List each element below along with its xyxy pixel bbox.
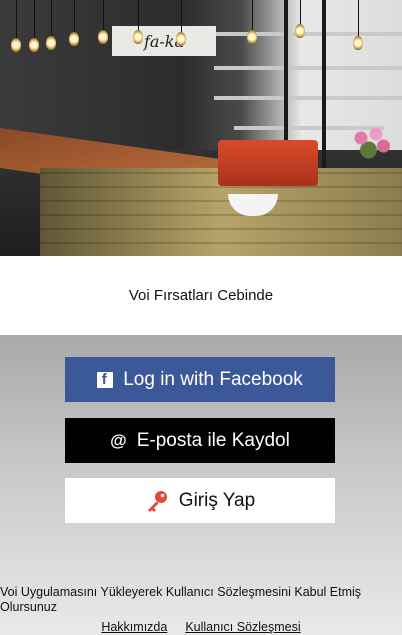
lamp-wire: [16, 0, 17, 38]
key-icon: [145, 489, 169, 513]
flowers: [346, 122, 396, 162]
coffee-machine: [218, 140, 318, 186]
lamp-wire: [51, 0, 52, 36]
lamp-wire: [74, 0, 75, 32]
footer-links: Hakkımızda Kullanıcı Sözleşmesi: [0, 620, 402, 634]
lamp-wire: [103, 0, 104, 30]
email-signup-button[interactable]: @ E-posta ile Kaydol: [65, 418, 335, 463]
light-bulb: [295, 24, 305, 38]
shelf: [214, 66, 402, 70]
light-bulb: [353, 36, 363, 50]
light-bulb: [247, 30, 257, 44]
login-button[interactable]: Giriş Yap: [65, 478, 335, 523]
tagline: Voi Fırsatları Cebinde: [128, 287, 274, 304]
light-bulb: [11, 38, 21, 52]
light-bulb: [176, 32, 186, 46]
terms-text: Voi Uygulamasını Yükleyerek Kullanıcı Sö…: [0, 585, 362, 614]
lamp-wire: [138, 0, 139, 30]
user-agreement-link[interactable]: Kullanıcı Sözleşmesi: [185, 620, 300, 634]
light-bulb: [98, 30, 108, 44]
light-bulb: [69, 32, 79, 46]
lamp-wire: [358, 0, 359, 36]
tagline-band: Voi Fırsatları Cebinde: [0, 256, 402, 335]
lamp-wire: [181, 0, 182, 32]
email-signup-label: E-posta ile Kaydol: [136, 429, 290, 451]
at-icon: @: [110, 430, 127, 450]
lamp-wire: [300, 0, 301, 24]
light-bulb: [46, 36, 56, 50]
light-bulb: [133, 30, 143, 44]
lamp-wire: [34, 0, 35, 38]
facebook-icon: f: [97, 371, 114, 388]
facebook-login-button[interactable]: f Log in with Facebook: [65, 357, 335, 402]
shelf: [214, 96, 402, 100]
lamp-wire: [252, 0, 253, 30]
hero-image: fa-ka: [0, 0, 402, 256]
login-label: Giriş Yap: [178, 489, 256, 511]
light-bulb: [29, 38, 39, 52]
facebook-login-label: Log in with Facebook: [123, 368, 303, 390]
about-link[interactable]: Hakkımızda: [101, 620, 167, 634]
cafe-sign: fa-ka: [112, 26, 216, 56]
shelf: [214, 32, 402, 36]
